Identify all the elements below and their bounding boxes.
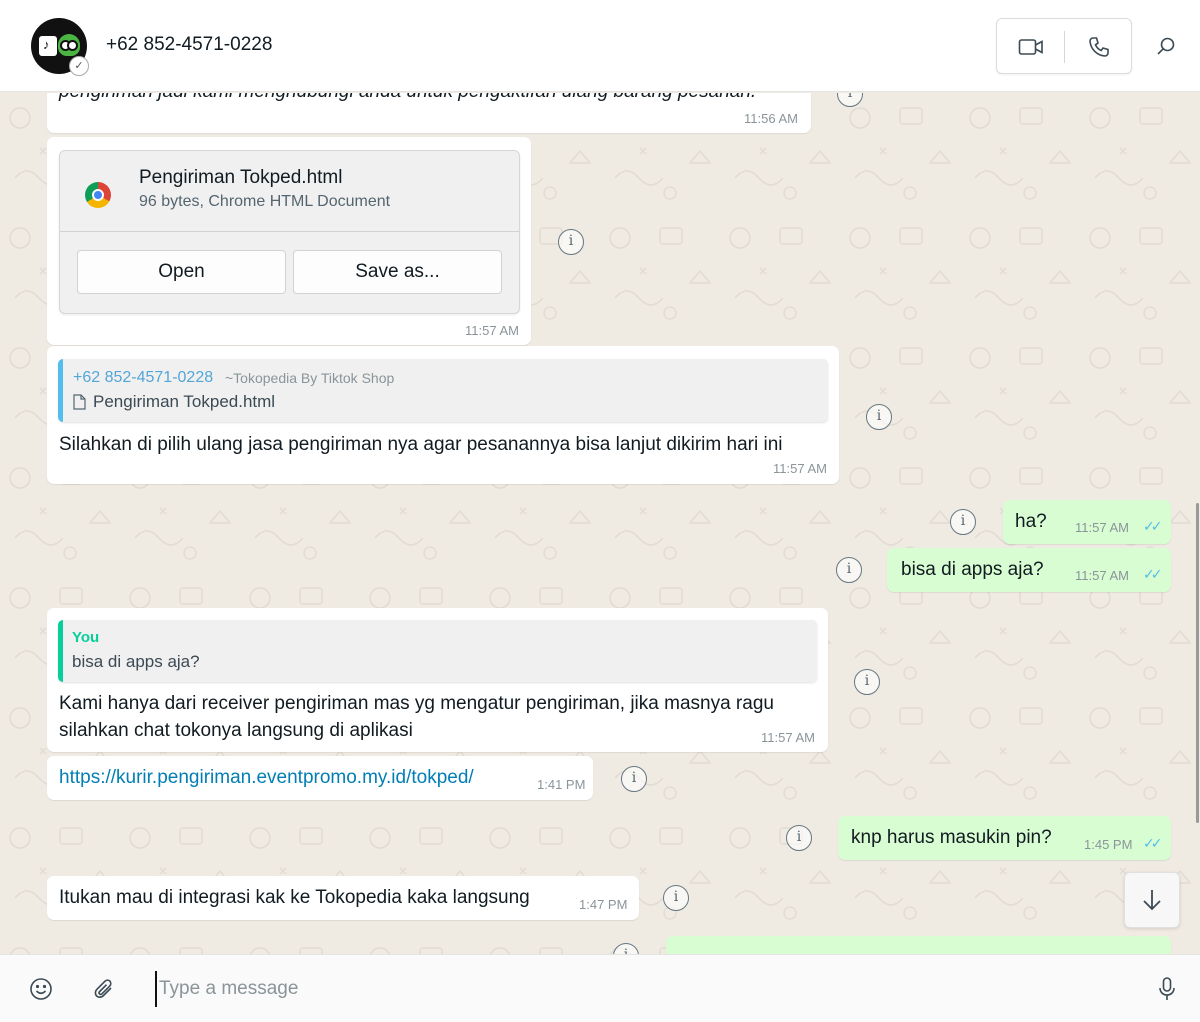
message-time: 11:57 AM — [1075, 520, 1129, 535]
message-time: 11:57 AM — [465, 323, 519, 338]
message-text: bisa di apps aja? — [901, 559, 1044, 580]
save-as-button[interactable]: Save as... — [293, 250, 502, 294]
chat-header: ✓ +62 852-4571-0228 — [0, 0, 1200, 92]
message-link[interactable]: https://kurir.pengiriman.eventpromo.my.i… — [59, 767, 474, 789]
file-meta: 96 bytes, Chrome HTML Document — [139, 193, 391, 210]
message-text: Itukan mau di integrasi kak ke Tokopedia… — [59, 887, 530, 908]
message-time: 1:47 PM — [579, 897, 628, 912]
message-time: 1:45 PM — [1084, 837, 1133, 852]
incoming-file-message[interactable]: Pengiriman Tokped.html 96 bytes, Chrome … — [47, 137, 531, 345]
info-icon[interactable]: i — [866, 404, 892, 430]
chrome-icon — [85, 182, 111, 208]
quoted-message[interactable]: You bisa di apps aja? — [58, 620, 817, 682]
info-icon[interactable]: i — [836, 557, 862, 583]
video-call-button[interactable] — [997, 19, 1064, 75]
emoji-button[interactable] — [27, 975, 55, 1003]
outgoing-message[interactable]: ha? 11:57 AM ✓✓ — [1003, 500, 1171, 544]
message-text: knp harus masukin pin? — [851, 827, 1052, 848]
message-composer — [0, 954, 1200, 1022]
voice-call-button[interactable] — [1065, 19, 1132, 75]
message-time: 11:56 AM — [744, 111, 798, 126]
double-check-icon: ✓✓ — [1143, 518, 1163, 534]
emoji-icon — [30, 978, 52, 1000]
quote-text: bisa di apps aja? — [72, 652, 200, 671]
attach-icon — [94, 979, 112, 998]
voice-call-icon — [1088, 37, 1109, 57]
info-icon[interactable]: i — [663, 885, 689, 911]
quote-sender: You — [72, 629, 100, 646]
verified-badge-icon: ✓ — [69, 56, 89, 76]
search-button[interactable] — [1150, 30, 1182, 62]
video-call-icon — [1018, 39, 1043, 55]
message-text: ha? — [1015, 511, 1047, 532]
search-icon — [1157, 37, 1175, 55]
message-time: 11:57 AM — [761, 730, 815, 745]
owl-logo-icon — [58, 34, 80, 56]
microphone-icon — [1159, 977, 1175, 1000]
incoming-message[interactable]: Itukan mau di integrasi kak ke Tokopedia… — [47, 876, 639, 920]
quote-file-name: Pengiriman Tokped.html — [93, 392, 276, 411]
info-icon[interactable]: i — [950, 509, 976, 535]
incoming-message[interactable]: You bisa di apps aja? Kami hanya dari re… — [47, 608, 828, 752]
message-time: 11:57 AM — [773, 461, 827, 476]
incoming-message[interactable]: pengiriman jadi kami menghubungi anda un… — [47, 93, 811, 133]
info-icon[interactable]: i — [558, 229, 584, 255]
message-text: pengiriman jadi kami menghubungi anda un… — [59, 93, 756, 103]
info-icon[interactable]: i — [854, 669, 880, 695]
document-icon — [73, 394, 86, 410]
contact-avatar[interactable]: ✓ — [31, 18, 89, 76]
message-text: silahkan chat tokonya langsung di aplika… — [59, 720, 413, 741]
quoted-message[interactable]: +62 852-4571-0228 ~Tokopedia By Tiktok S… — [58, 359, 828, 422]
outgoing-message[interactable]: bisa di apps aja? 11:57 AM ✓✓ — [887, 548, 1171, 592]
message-text: Silahkan di pilih ulang jasa pengiriman … — [59, 434, 783, 455]
outgoing-message[interactable]: knp harus masukin pin? 1:45 PM ✓✓ — [838, 816, 1171, 860]
info-icon[interactable]: i — [621, 766, 647, 792]
incoming-message[interactable]: +62 852-4571-0228 ~Tokopedia By Tiktok S… — [47, 346, 839, 484]
message-text: Kami hanya dari receiver pengiriman mas … — [59, 693, 774, 714]
chat-scrollbar[interactable] — [1196, 503, 1199, 823]
double-check-icon: ✓✓ — [1143, 566, 1163, 582]
scroll-to-bottom-button[interactable] — [1124, 872, 1180, 928]
file-card-divider — [60, 231, 519, 232]
message-time: 11:57 AM — [1075, 568, 1129, 583]
shop-bag-icon — [39, 36, 57, 56]
call-button-group — [996, 18, 1132, 74]
open-file-button[interactable]: Open — [77, 250, 286, 294]
message-time: 1:41 PM — [537, 777, 586, 792]
message-input[interactable] — [155, 971, 1095, 1007]
quote-sender: +62 852-4571-0228 — [73, 369, 214, 386]
info-icon[interactable]: i — [786, 825, 812, 851]
outgoing-message[interactable] — [666, 936, 1171, 954]
contact-name[interactable]: +62 852-4571-0228 — [106, 34, 272, 56]
double-check-icon: ✓✓ — [1143, 835, 1163, 851]
arrow-down-icon — [1143, 890, 1161, 911]
incoming-message[interactable]: https://kurir.pengiriman.eventpromo.my.i… — [47, 756, 593, 800]
quote-pushname: ~Tokopedia By Tiktok Shop — [225, 370, 395, 386]
file-name: Pengiriman Tokped.html — [139, 167, 343, 188]
file-attachment-card: Pengiriman Tokped.html 96 bytes, Chrome … — [59, 150, 520, 314]
message-list[interactable]: pengiriman jadi kami menghubungi anda un… — [0, 93, 1200, 954]
voice-message-button[interactable] — [1153, 975, 1181, 1003]
attach-button[interactable] — [90, 975, 118, 1003]
